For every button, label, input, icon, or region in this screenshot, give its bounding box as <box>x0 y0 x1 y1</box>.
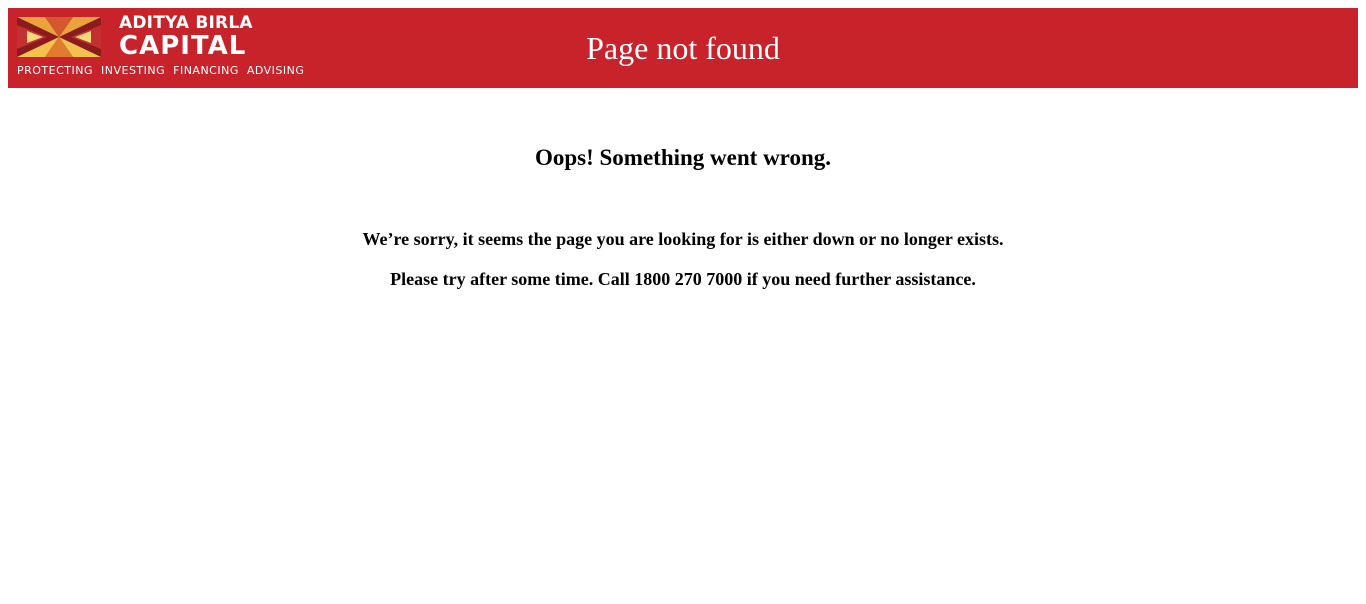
site-header: ADITYA BIRLA CAPITAL PROTECTING INVESTIN… <box>8 8 1358 88</box>
error-message-line1: We’re sorry, it seems the page you are l… <box>362 229 1004 249</box>
error-heading: Oops! Something went wrong. <box>534 145 832 170</box>
error-message-line2: Please try after some time. Call 1800 27… <box>390 269 976 289</box>
page-title: Page not found <box>586 30 780 66</box>
